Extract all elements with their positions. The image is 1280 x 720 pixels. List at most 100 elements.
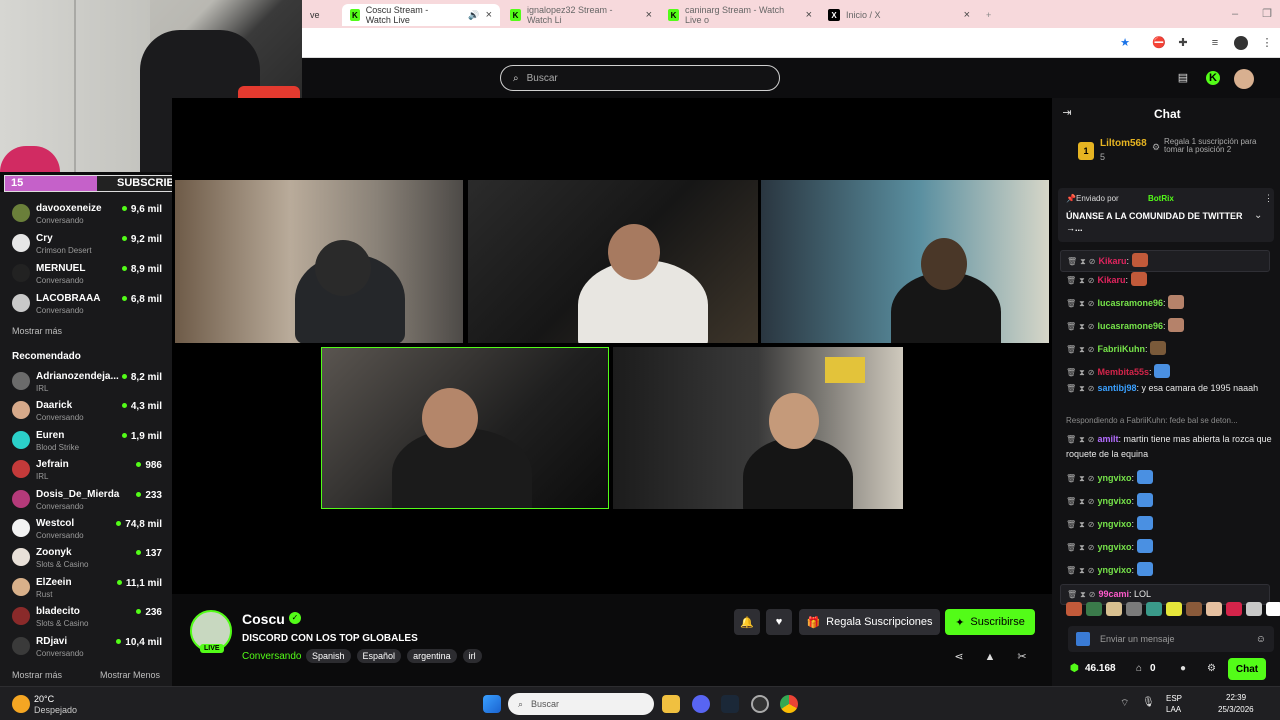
chat-username[interactable]: Kikaru xyxy=(1097,275,1125,285)
share-icon[interactable]: ⋖ xyxy=(952,650,966,664)
sidebar-channel[interactable]: Adrianozendeja... IRL 8,2 mil xyxy=(12,368,162,396)
sidebar-channel[interactable]: Cry Crimson Desert 9,2 mil xyxy=(12,230,162,258)
more-options-icon[interactable]: ⋮ xyxy=(1264,193,1273,204)
ban-icon[interactable]: ⊘ xyxy=(1088,543,1095,552)
chat-username[interactable]: yngvixo xyxy=(1097,565,1131,575)
ban-icon[interactable]: ⊘ xyxy=(1088,435,1095,444)
chat-username[interactable]: yngvixo xyxy=(1097,473,1131,483)
delete-icon[interactable]: 🗑 xyxy=(1066,299,1076,308)
delete-icon[interactable]: 🗑 xyxy=(1066,276,1076,285)
sidebar-channel[interactable]: davooxeneize Conversando 9,6 mil xyxy=(12,200,162,228)
chat-message[interactable]: 🗑 ⧗ ⊘ yngvixo: xyxy=(1066,539,1272,555)
settings-gear-icon[interactable]: ⚙ xyxy=(1207,663,1216,674)
ban-icon[interactable]: ⊘ xyxy=(1088,474,1095,483)
sidebar-channel[interactable]: Westcol Conversando 74,8 mil xyxy=(12,515,162,543)
chat-username[interactable]: yngvixo xyxy=(1097,542,1131,552)
tag[interactable]: irl xyxy=(462,649,482,663)
chat-message[interactable]: 🗑 ⧗ ⊘ yngvixo: xyxy=(1066,470,1272,486)
ban-icon[interactable]: ⊘ xyxy=(1088,276,1095,285)
file-explorer-icon[interactable] xyxy=(662,695,680,713)
channel-points[interactable]: 46.168 xyxy=(1085,663,1116,674)
chat-message[interactable]: 🗑 ⧗ ⊘ Membita55s: xyxy=(1066,364,1272,380)
chat-username[interactable]: santibj98 xyxy=(1097,383,1136,393)
timeout-icon[interactable]: ⧗ xyxy=(1079,299,1085,308)
delete-icon[interactable]: 🗑 xyxy=(1066,435,1076,444)
delete-icon[interactable]: 🗑 xyxy=(1066,543,1076,552)
tag[interactable]: Español xyxy=(356,649,402,663)
sidebar-channel[interactable]: RDjavi Conversando 10,4 mil xyxy=(12,633,162,661)
timeout-icon[interactable]: ⧗ xyxy=(1079,497,1085,506)
delete-icon[interactable]: 🗑 xyxy=(1066,520,1076,529)
clock-time[interactable]: 22:39 xyxy=(1226,693,1246,702)
delete-icon[interactable]: 🗑 xyxy=(1066,322,1076,331)
command-icon[interactable] xyxy=(1076,632,1090,646)
chat-bubble-icon[interactable]: ● xyxy=(1180,663,1186,674)
ban-icon[interactable]: ⊘ xyxy=(1088,497,1095,506)
clip-icon[interactable]: ✂ xyxy=(1015,650,1029,664)
chat-username[interactable]: amilt xyxy=(1097,434,1118,444)
timeout-icon[interactable]: ⧗ xyxy=(1079,474,1085,483)
ban-icon[interactable]: ⊘ xyxy=(1089,257,1096,266)
ban-icon[interactable]: ⊘ xyxy=(1088,520,1095,529)
timeout-icon[interactable]: ⧗ xyxy=(1079,520,1085,529)
bookmark-star-icon[interactable]: ★ xyxy=(1118,36,1132,50)
chat-message[interactable]: 🗑 ⧗ ⊘ yngvixo: xyxy=(1066,493,1272,509)
chat-message[interactable]: 🗑 ⧗ ⊘ Kikaru: xyxy=(1066,272,1272,288)
delete-icon[interactable]: 🗑 xyxy=(1067,257,1077,266)
timeout-icon[interactable]: ⧗ xyxy=(1080,257,1086,266)
timeout-icon[interactable]: ⧗ xyxy=(1079,384,1085,393)
microphone-icon[interactable]: 🎙 xyxy=(1142,697,1155,708)
ban-icon[interactable]: ⊘ xyxy=(1088,384,1095,393)
chat-username[interactable]: lucasramone96 xyxy=(1097,321,1163,331)
timeout-icon[interactable]: ⧗ xyxy=(1079,566,1085,575)
weather-icon[interactable] xyxy=(12,695,30,713)
menu-kebab-icon[interactable]: ⋮ xyxy=(1260,36,1274,50)
delete-icon[interactable]: 🗑 xyxy=(1066,345,1076,354)
network-icon[interactable]: ⌔ xyxy=(1120,697,1129,710)
ban-icon[interactable]: ⊘ xyxy=(1088,566,1095,575)
chat-username[interactable]: Kikaru xyxy=(1098,256,1126,266)
tag[interactable]: Spanish xyxy=(306,649,351,663)
delete-icon[interactable]: 🗑 xyxy=(1066,384,1076,393)
sidebar-channel[interactable]: ElZeein Rust 11,1 mil xyxy=(12,574,162,602)
chat-username[interactable]: lucasramone96 xyxy=(1097,298,1163,308)
minimize-icon[interactable]: – xyxy=(1228,7,1242,21)
emote-shortcut[interactable] xyxy=(1066,602,1082,616)
emote-shortcut[interactable] xyxy=(1126,602,1142,616)
close-icon[interactable]: × xyxy=(806,9,812,21)
timeout-icon[interactable]: ⧗ xyxy=(1079,345,1085,354)
sidebar-channel[interactable]: LACOBRAAA Conversando 6,8 mil xyxy=(12,290,162,318)
gift-subscriptions-button[interactable]: 🎁 Regala Suscripciones xyxy=(799,609,940,635)
sidebar-channel[interactable]: Dosis_De_Mierda Conversando 233 xyxy=(12,486,162,514)
emote-shortcut[interactable] xyxy=(1106,602,1122,616)
puzzle-icon[interactable]: ✚ xyxy=(1176,36,1190,50)
notification-bell-button[interactable]: 🔔 xyxy=(734,609,760,635)
discord-icon[interactable] xyxy=(692,695,710,713)
sidebar-channel[interactable]: Euren Blood Strike 1,9 mil xyxy=(12,427,162,455)
user-avatar[interactable] xyxy=(1234,69,1254,89)
taskbar-search[interactable]: ⌕ Buscar xyxy=(508,693,654,715)
restore-icon[interactable]: ❐ xyxy=(1260,7,1274,21)
chat-username[interactable]: FabriiKuhn xyxy=(1097,344,1145,354)
send-chat-button[interactable]: Chat xyxy=(1228,658,1266,680)
sidebar-channel[interactable]: bladecito Slots & Casino 236 xyxy=(12,603,162,631)
sidebar-channel[interactable]: MERNUEL Conversando 8,9 mil xyxy=(12,260,162,288)
chat-username[interactable]: yngvixo xyxy=(1097,519,1131,529)
browser-tab[interactable]: X Inicio / X × xyxy=(820,4,978,26)
profile-avatar[interactable] xyxy=(1234,36,1248,50)
chat-message[interactable]: 🗑 ⧗ ⊘ Kikaru: xyxy=(1060,250,1270,272)
tag[interactable]: argentina xyxy=(407,649,457,663)
stream-category[interactable]: Conversando xyxy=(242,651,301,662)
ban-icon[interactable]: ⊘ xyxy=(1088,299,1095,308)
obs-icon[interactable] xyxy=(751,695,769,713)
browser-tab-active[interactable]: K Coscu Stream - Watch Live 🔊 × xyxy=(342,4,500,26)
collapse-chat-icon[interactable]: ⇥ xyxy=(1060,106,1074,120)
timeout-icon[interactable]: ⧗ xyxy=(1079,368,1085,377)
browser-tab[interactable]: K caninarg Stream - Watch Live o × xyxy=(660,4,820,26)
emote-shortcut[interactable] xyxy=(1086,602,1102,616)
browser-tab[interactable]: K ignalopez32 Stream - Watch Li × xyxy=(502,4,660,26)
delete-icon[interactable]: 🗑 xyxy=(1066,368,1076,377)
chat-input[interactable]: Enviar un mensaje ☺ xyxy=(1068,626,1274,652)
chat-message[interactable]: 🗑 ⧗ ⊘ lucasramone96: xyxy=(1066,295,1272,311)
chat-message[interactable]: 🗑 ⧗ ⊘ yngvixo: xyxy=(1066,516,1272,532)
